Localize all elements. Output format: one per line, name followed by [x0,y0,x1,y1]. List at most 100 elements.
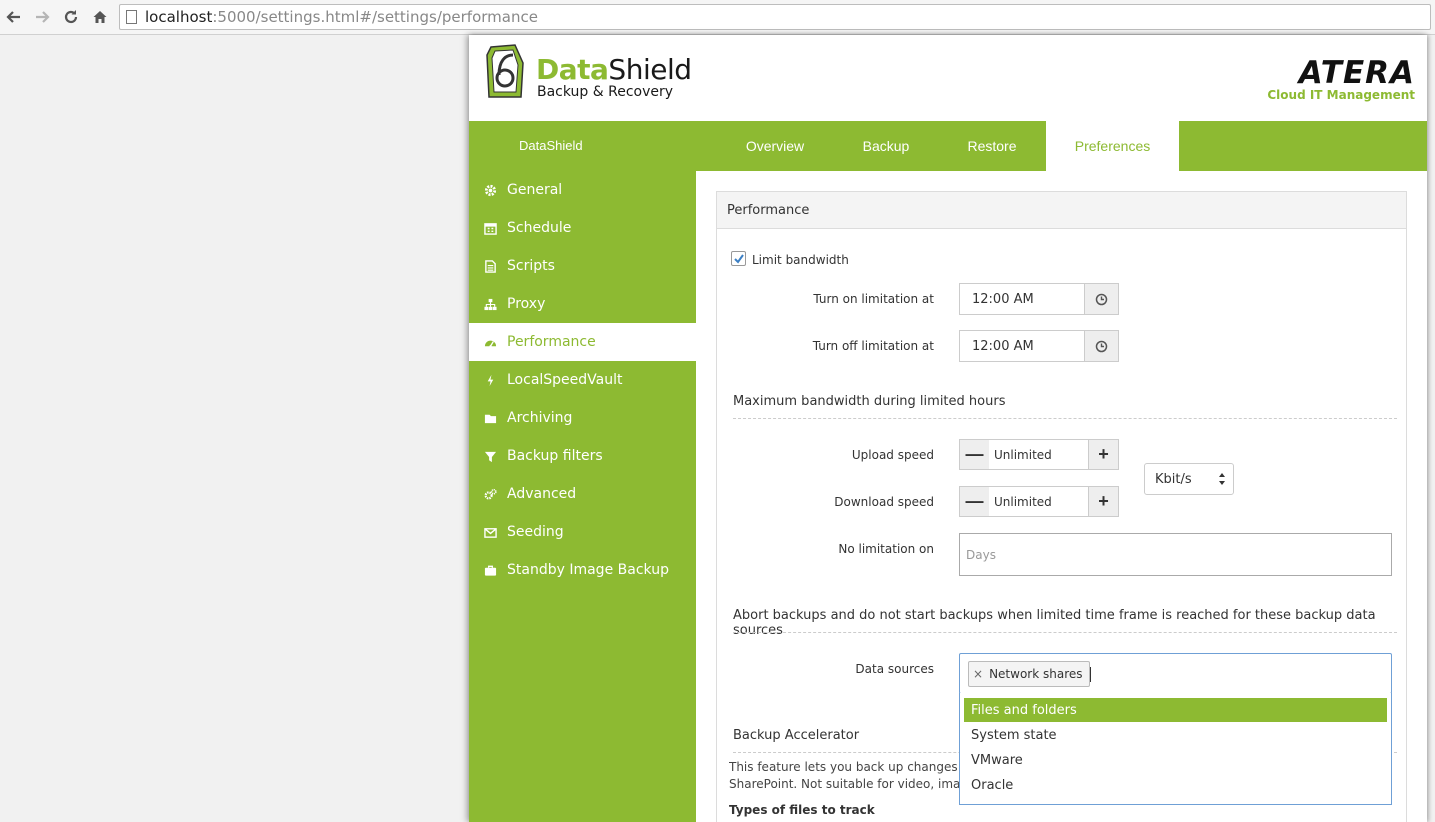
panel-title: Performance [717,192,1406,229]
data-sources-dropdown: Files and folders System state VMware Or… [959,693,1392,805]
sitemap-icon [483,297,497,311]
sidebar-item-label: Scripts [507,258,555,274]
arrow-right-icon [36,11,50,23]
tab-restore[interactable]: Restore [949,121,1035,171]
divider [733,418,1397,419]
tag-label: Network shares [989,667,1083,681]
data-sources-tag-input[interactable]: × Network shares [959,653,1392,694]
atera-tagline: Cloud IT Management [1267,88,1415,102]
upload-increase-button[interactable]: + [1088,439,1119,470]
download-increase-button[interactable]: + [1088,486,1119,517]
forward-button[interactable] [32,7,52,27]
minus-icon: — [965,491,984,511]
limit-bandwidth-label: Limit bandwidth [752,253,849,267]
page-icon [126,10,137,24]
download-decrease-button[interactable]: — [959,486,990,517]
accelerator-description-line-2: SharePoint. Not suitable for video, imag… [729,777,965,791]
sidebar-item-label: Archiving [507,410,573,426]
bandwidth-unit-value: Kbit/s [1155,471,1192,487]
clock-icon [1095,293,1108,305]
tab-overview[interactable]: Overview [729,121,821,171]
turn-off-time-input[interactable]: 12:00 AM [959,330,1085,362]
turn-on-time-picker-button[interactable] [1084,283,1119,315]
sidebar-item-advanced[interactable]: Advanced [469,475,696,513]
sort-arrows-icon [1219,473,1225,485]
turn-off-label: Turn off limitation at [812,339,934,353]
home-icon [93,11,107,23]
url-path: :5000/settings.html#/settings/performanc… [212,8,538,26]
sidebar-item-localspeedvault[interactable]: LocalSpeedVault [469,361,696,399]
max-bandwidth-title: Maximum bandwidth during limited hours [733,394,1006,409]
no-limitation-days-input[interactable]: Days [959,533,1392,576]
app-window: DataShield Backup & Recovery ATERA Cloud… [469,35,1427,822]
sidebar-item-label: Advanced [507,486,577,502]
types-of-files-title: Types of files to track [729,803,875,817]
option-system-state[interactable]: System state [964,723,1387,747]
download-speed-label: Download speed [834,495,934,509]
sidebar-item-seeding[interactable]: Seeding [469,513,696,551]
brand-title: DataShield [536,53,692,86]
checkmark-icon [734,254,744,264]
clock-icon [1095,340,1108,352]
sidebar-item-standby-image-backup[interactable]: Standby Image Backup [469,551,696,589]
tab-preferences[interactable]: Preferences [1046,121,1179,171]
accelerator-description-line-1: This feature lets you back up changes wi… [729,760,965,774]
tag-network-shares: × Network shares [968,661,1090,687]
sidebar-item-scripts[interactable]: Scripts [469,247,696,285]
home-button[interactable] [90,7,110,27]
sidebar-item-label: LocalSpeedVault [507,372,623,388]
bandwidth-unit-select[interactable]: Kbit/s [1144,463,1234,495]
download-speed-input[interactable]: Unlimited [989,486,1088,517]
sidebar-item-label: Schedule [507,220,572,236]
brand-title-dark: Shield [608,53,692,86]
backup-accelerator-title: Backup Accelerator [733,728,860,743]
tab-backup[interactable]: Backup [845,121,927,171]
abort-backups-title: Abort backups and do not start backups w… [733,608,1376,638]
upload-speed-input[interactable]: Unlimited [989,439,1088,470]
performance-panel: Performance Limit bandwidth Turn on limi… [716,191,1407,822]
sidebar-item-label: Backup filters [507,448,603,464]
limit-bandwidth-checkbox[interactable] [731,251,746,266]
divider [733,632,1397,633]
sidebar-item-performance[interactable]: Performance [469,323,696,361]
filter-icon [483,449,497,463]
sidebar-item-backup-filters[interactable]: Backup filters [469,437,696,475]
upload-speed-label: Upload speed [851,448,934,462]
turn-on-time-input[interactable]: 12:00 AM [959,283,1085,315]
turn-on-label: Turn on limitation at [813,292,934,306]
text-caret [1090,667,1091,682]
url-host: localhost [145,8,213,26]
app-header: DataShield Backup & Recovery ATERA Cloud… [469,35,1427,121]
nav-brand[interactable]: DataShield [519,138,583,153]
sidebar-item-label: Seeding [507,524,564,540]
sidebar-item-label: Standby Image Backup [507,562,669,578]
option-vmware[interactable]: VMware [964,748,1387,772]
sidebar-item-general[interactable]: General [469,171,696,209]
remove-tag-icon[interactable]: × [973,667,983,681]
turn-off-time-picker-button[interactable] [1084,330,1119,362]
option-oracle[interactable]: Oracle [964,773,1387,797]
option-files-and-folders[interactable]: Files and folders [964,698,1387,722]
reload-button[interactable] [61,7,81,27]
atera-logo: ATERA [1298,55,1415,91]
data-sources-label: Data sources [855,662,934,676]
envelope-icon [483,525,497,539]
no-limitation-label: No limitation on [838,542,934,556]
sidebar-item-label: Proxy [507,296,546,312]
sidebar-item-proxy[interactable]: Proxy [469,285,696,323]
back-button[interactable] [4,7,24,27]
bolt-icon [483,373,497,387]
address-bar[interactable]: localhost:5000/settings.html#/settings/p… [119,4,1431,30]
sidebar-item-archiving[interactable]: Archiving [469,399,696,437]
dashboard-icon [483,335,497,349]
arrow-left-icon [6,11,20,23]
folder-icon [483,411,497,425]
upload-decrease-button[interactable]: — [959,439,990,470]
sidebar-item-label: General [507,182,563,198]
gears-icon [483,487,497,501]
brand-subtitle: Backup & Recovery [537,84,674,100]
calendar-icon [483,221,497,235]
sidebar-item-schedule[interactable]: Schedule [469,209,696,247]
brand-title-green: Data [536,53,609,86]
reload-icon [64,10,78,24]
